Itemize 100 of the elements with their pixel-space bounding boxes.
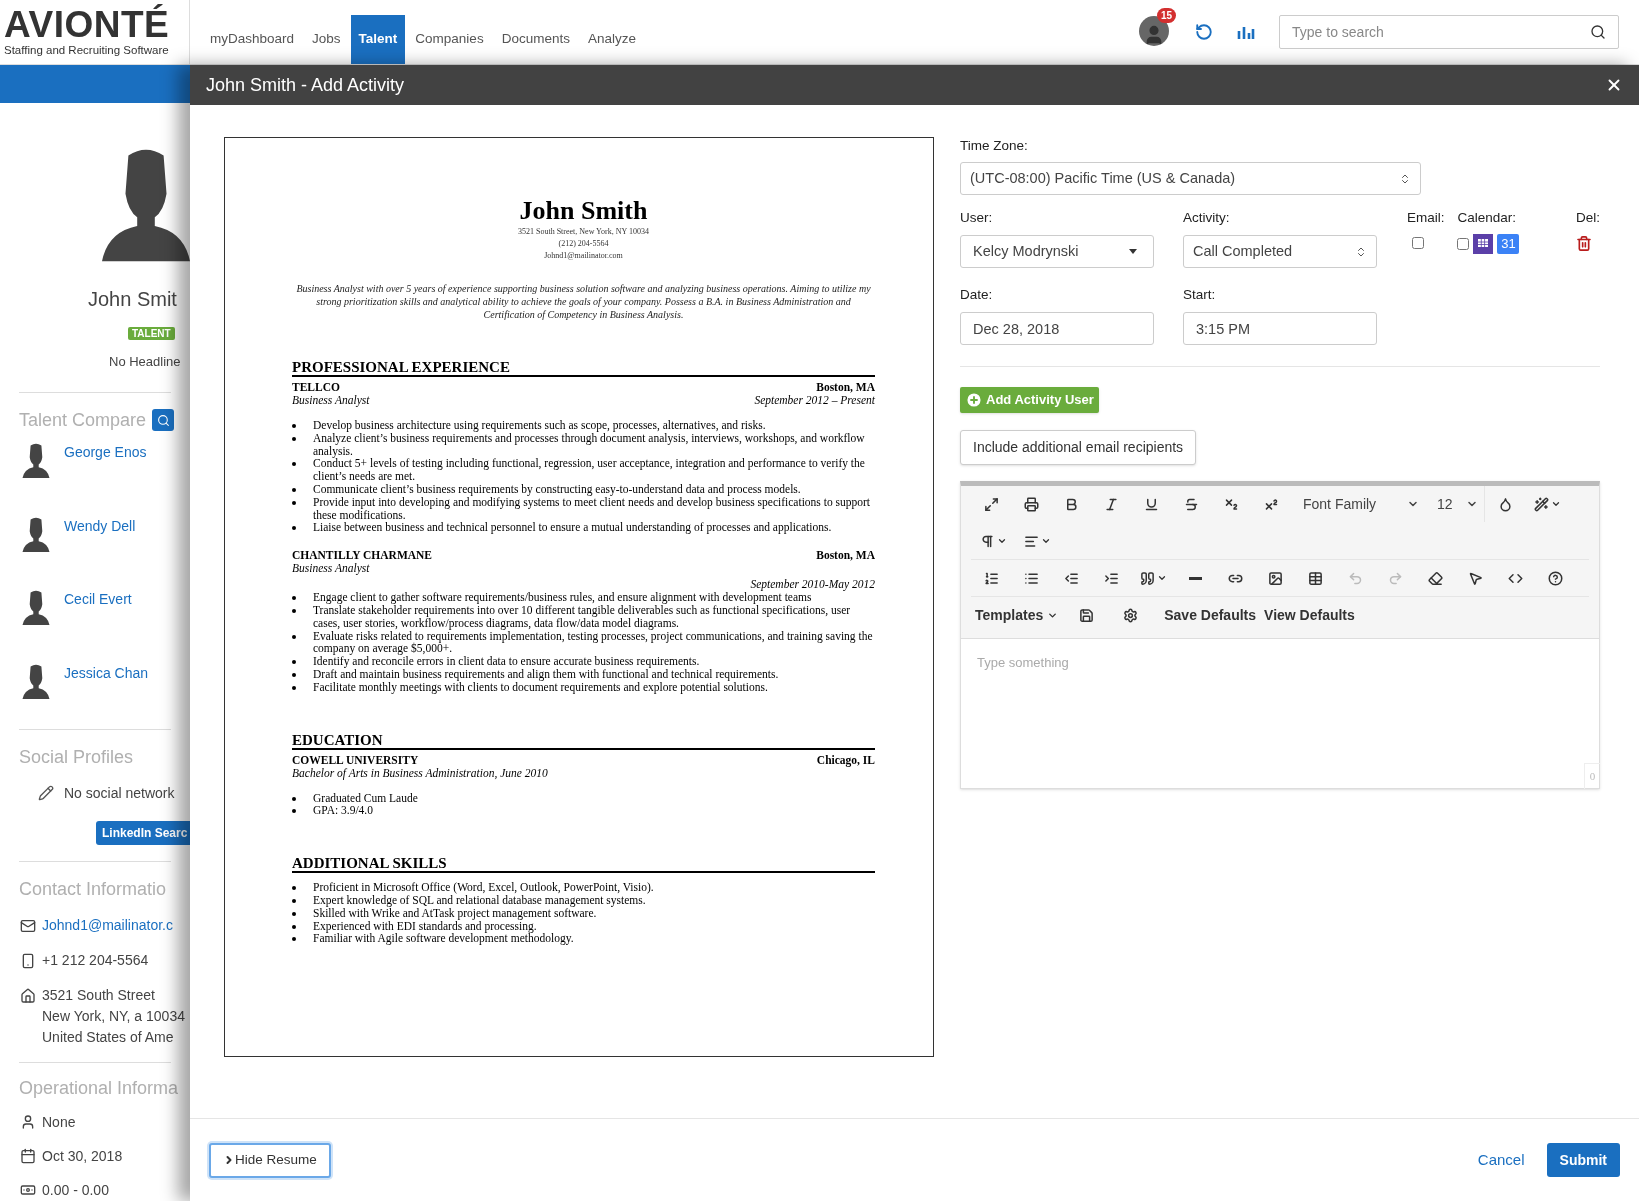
resume-contact: 3521 South Street, New York, NY 10034 [516, 226, 650, 238]
talent-link[interactable]: Cecil Evert [64, 589, 132, 611]
search-icon [1590, 24, 1606, 40]
search-icon [156, 413, 170, 427]
resume-bullet: Skilled with Wrike and AtTask project management software. [313, 906, 597, 920]
bullet-icon [292, 424, 296, 428]
caret-icon [1047, 610, 1059, 621]
subscript-icon [1223, 496, 1239, 512]
resume-bullet: Identify and reconcile errors in client data to ensure accurate business requirements. [313, 655, 700, 668]
activity-select[interactable]: Call Completed [1183, 235, 1377, 268]
plus-icon [965, 391, 983, 409]
dialog-title: John Smith - Add Activity [206, 73, 405, 97]
brand-tagline: Staffing and Recruiting Software [4, 43, 170, 57]
section-title: Talent Compare [19, 408, 147, 432]
caret-icon [996, 536, 1007, 546]
quote-icon [1139, 570, 1155, 586]
resume-role: Bachelor of Arts in Business Administration, June 2010 [292, 766, 548, 780]
hide-resume-button[interactable]: Hide Resume [209, 1142, 331, 1178]
user-select[interactable]: Kelcy Modrynski [960, 235, 1154, 268]
image-icon [1267, 570, 1283, 586]
time-zone-select[interactable]: (UTC-08:00) Pacific Time (US & Canada) [960, 162, 1421, 195]
templates-dropdown[interactable]: Templates [971, 605, 1063, 626]
caret-icon [1040, 536, 1051, 546]
nav-tab[interactable]: myDashboard [202, 15, 303, 64]
bullet-icon [292, 796, 296, 801]
save-defaults-button[interactable]: Save Defaults [1164, 605, 1257, 626]
resume-bullet: Graduated Cum Laude [313, 791, 418, 805]
print-icon [1023, 496, 1039, 512]
section-title: Contact Informatio [18, 878, 168, 901]
redo-icon [1387, 570, 1403, 586]
person-silhouette-icon [22, 663, 50, 700]
save-icon [1078, 608, 1094, 623]
font-size-dropdown[interactable]: 12 [1431, 486, 1485, 522]
resume-bullet: GPA: 3.9/4.0 [313, 804, 373, 818]
field-label: Start: [1183, 286, 1217, 304]
field-label: Date: [960, 286, 994, 304]
talent-link[interactable]: George Enos [64, 441, 147, 463]
email-checkbox[interactable] [1412, 237, 1424, 249]
bullet-icon [292, 634, 296, 639]
person-silhouette-icon [22, 515, 50, 552]
date-input[interactable]: Dec 28, 2018 [960, 312, 1154, 345]
contact-text: New York, NY, a 10034 [42, 1007, 185, 1026]
calendar-grid-icon[interactable] [1473, 234, 1494, 254]
nav-tab[interactable]: Analyze [579, 15, 644, 64]
field-label: Email: [1407, 209, 1446, 227]
operational-text: 0.00 - 0.00 [42, 1181, 109, 1200]
search-input[interactable]: Type to search [1292, 21, 1590, 43]
clear-format-icon [1427, 570, 1443, 586]
contact-text: 3521 South Street [42, 986, 156, 1005]
refresh-icon[interactable] [1195, 23, 1213, 41]
delete-icon[interactable] [1576, 235, 1592, 252]
superscript-icon [1263, 496, 1279, 512]
outdent-icon [1063, 570, 1079, 586]
cancel-link[interactable]: Cancel [1477, 1148, 1525, 1172]
resume-dates: September 2010-May 2012 [750, 578, 875, 592]
calendar-date-badge[interactable]: 31 [1497, 234, 1520, 254]
nav-tab[interactable]: Talent [350, 15, 406, 64]
calendar-checkbox[interactable] [1457, 238, 1470, 250]
field-label: Activity: [1183, 209, 1231, 227]
talent-link[interactable]: Jessica Chan [64, 663, 149, 685]
updown-arrows-icon [1399, 172, 1411, 185]
resume-bullet: Communicate client’s business requirements by constructing easy-to-understand data and process models. [313, 483, 801, 496]
resume-name: John Smith [518, 196, 649, 226]
talent-link[interactable]: Wendy Dell [64, 515, 136, 537]
resume-bullet: Evaluate risks related to requirements implementation, testing processes, project communications, and training saving the company on average $5,000+. [313, 629, 874, 656]
bullet-list-icon [1023, 570, 1039, 586]
nav-tab[interactable]: Companies [407, 15, 492, 64]
pencil-icon [38, 785, 54, 802]
linkedin-search-button[interactable]: LinkedIn Searc [96, 821, 190, 845]
resume-section-heading: ADDITIONAL SKILLS [292, 855, 875, 874]
select-icon [1467, 570, 1483, 586]
nav-tab[interactable]: Documents [493, 15, 578, 64]
field-label: Del: [1576, 209, 1600, 227]
field-label: Time Zone: [960, 137, 1029, 155]
start-time-input[interactable]: 3:15 PM [1183, 312, 1377, 345]
bullet-icon [292, 809, 296, 814]
caret-icon [1156, 573, 1167, 583]
search-button[interactable] [152, 409, 175, 432]
bullet-icon [292, 462, 296, 467]
view-defaults-button[interactable]: View Defaults [1264, 605, 1355, 626]
email-link[interactable]: Johnd1@mailinator.c [42, 915, 173, 936]
resume-bullet: Provide input into developing and modifying systems to meet client needs and develop business specifications to support these modifications. [313, 495, 872, 522]
bullet-icon [292, 937, 296, 942]
operational-text: Oct 30, 2018 [42, 1147, 123, 1166]
nav-tab[interactable]: Jobs [304, 15, 349, 64]
undo-icon [1347, 570, 1363, 586]
bullet-icon [292, 488, 296, 492]
align-icon [1023, 533, 1039, 549]
contact-text: United States of Ame [42, 1028, 175, 1047]
resume-bullet: Develop business architecture using requirements such as scope, processes, alternatives, and risks. [313, 419, 766, 432]
talent-badge: TALENT [128, 327, 175, 341]
font-family-dropdown[interactable]: Font Family [1291, 486, 1431, 522]
search-field[interactable]: Type to search [1279, 15, 1619, 49]
bullet-icon [292, 672, 296, 677]
settings-icon [1122, 608, 1138, 623]
person-silhouette-icon [22, 589, 50, 626]
resume-bullet: Familiar with Agile software development methodology. [313, 932, 574, 946]
resume-bullet: Engage client to gather software requirements/business rules, and ensure alignment with development teams [313, 591, 812, 604]
submit-button[interactable]: Submit [1546, 1143, 1620, 1177]
email-recipients-button[interactable]: Include additional email recipients [960, 430, 1197, 465]
